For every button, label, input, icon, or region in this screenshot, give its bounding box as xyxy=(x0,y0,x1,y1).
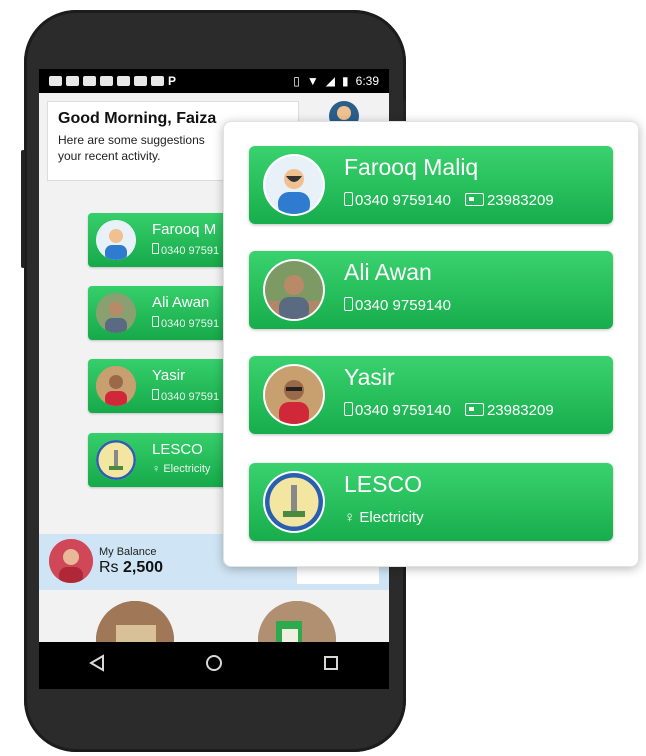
photo-avatar-icon xyxy=(96,366,136,406)
contact-name: Farooq Maliq xyxy=(344,154,479,180)
contact-name: LESCO xyxy=(152,441,203,458)
phone-icon xyxy=(344,297,353,311)
contact-info: ♀ Electricity xyxy=(344,509,424,526)
notification-icon xyxy=(83,76,96,86)
contact-phone: 0340 9759140 xyxy=(344,297,451,314)
contact-category: ♀ Electricity xyxy=(344,509,424,526)
phone-icon xyxy=(344,192,353,206)
notification-icon xyxy=(49,76,62,86)
vibrate-icon: ▯ xyxy=(293,74,300,88)
notification-icon xyxy=(151,76,164,86)
phone-icon xyxy=(152,316,159,327)
phone-icon xyxy=(152,243,159,254)
signal-icon: ◢ xyxy=(325,74,336,88)
user-photo-avatar xyxy=(49,539,93,583)
side-button xyxy=(21,150,25,268)
photo-avatar-icon xyxy=(263,259,325,321)
bulb-icon: ♀ xyxy=(344,509,356,526)
contact-phone: 0340 9759140 xyxy=(344,192,451,209)
lesco-logo-icon xyxy=(96,440,136,480)
bulb-icon: ♀ xyxy=(152,463,161,475)
zoom-overlay-panel: Farooq Maliq 0340 9759140 23983209 Ali A… xyxy=(223,121,639,567)
contact-name: Farooq M xyxy=(152,221,217,238)
recents-icon[interactable] xyxy=(322,654,340,677)
id-card-icon xyxy=(464,193,484,206)
contact-info: 0340 9759140 xyxy=(344,297,451,314)
contact-name: Ali Awan xyxy=(344,259,432,285)
balance-value: Rs 2,500 xyxy=(99,559,164,576)
home-icon[interactable] xyxy=(205,654,223,677)
contact-info: 0340 9759140 23983209 xyxy=(344,402,554,419)
contact-name: Yasir xyxy=(344,364,395,390)
contact-phone: 0340 97591 xyxy=(152,389,219,403)
contact-category: ♀ Electricity xyxy=(152,463,211,475)
android-nav-bar xyxy=(39,642,389,689)
clock: 6:39 xyxy=(355,74,379,88)
phone-icon xyxy=(152,389,159,400)
status-bar: P ▯ ▼ ◢ ▮ 6:39 xyxy=(39,69,389,93)
photo-avatar-icon xyxy=(263,364,325,426)
contact-name: Ali Awan xyxy=(152,294,210,311)
id-card-icon xyxy=(464,403,484,416)
notification-icons: P xyxy=(39,74,176,88)
notification-icon xyxy=(100,76,113,86)
contact-name: Yasir xyxy=(152,367,186,384)
contact-id: 23983209 xyxy=(464,192,554,209)
battery-icon: ▮ xyxy=(342,74,349,88)
notification-icon xyxy=(117,76,130,86)
contact-id: 23983209 xyxy=(464,402,554,419)
photo-avatar-icon xyxy=(96,293,136,333)
system-icons: ▯ ▼ ◢ ▮ 6:39 xyxy=(293,74,389,88)
notification-icon xyxy=(66,76,79,86)
contact-phone: 0340 97591 xyxy=(152,316,219,330)
user-avatar-icon xyxy=(96,220,136,260)
contact-card-yasir-large[interactable]: Yasir 0340 9759140 23983209 xyxy=(249,356,613,434)
notification-icon xyxy=(134,76,147,86)
contact-card-lesco-large[interactable]: LESCO ♀ Electricity xyxy=(249,463,613,541)
phone-icon xyxy=(344,402,353,416)
contact-card-farooq-large[interactable]: Farooq Maliq 0340 9759140 23983209 xyxy=(249,146,613,224)
contact-info: 0340 9759140 23983209 xyxy=(344,192,554,209)
back-icon[interactable] xyxy=(88,654,106,677)
contact-name: LESCO xyxy=(344,471,422,497)
contact-card-ali-large[interactable]: Ali Awan 0340 9759140 xyxy=(249,251,613,329)
wifi-icon: ▼ xyxy=(306,74,319,88)
user-avatar-icon xyxy=(263,154,325,216)
balance-label: My Balance xyxy=(99,546,157,558)
lesco-logo-icon xyxy=(263,471,325,533)
paypal-icon: P xyxy=(168,74,177,88)
contact-phone: 0340 97591 xyxy=(152,243,219,257)
contact-phone: 0340 9759140 xyxy=(344,402,451,419)
